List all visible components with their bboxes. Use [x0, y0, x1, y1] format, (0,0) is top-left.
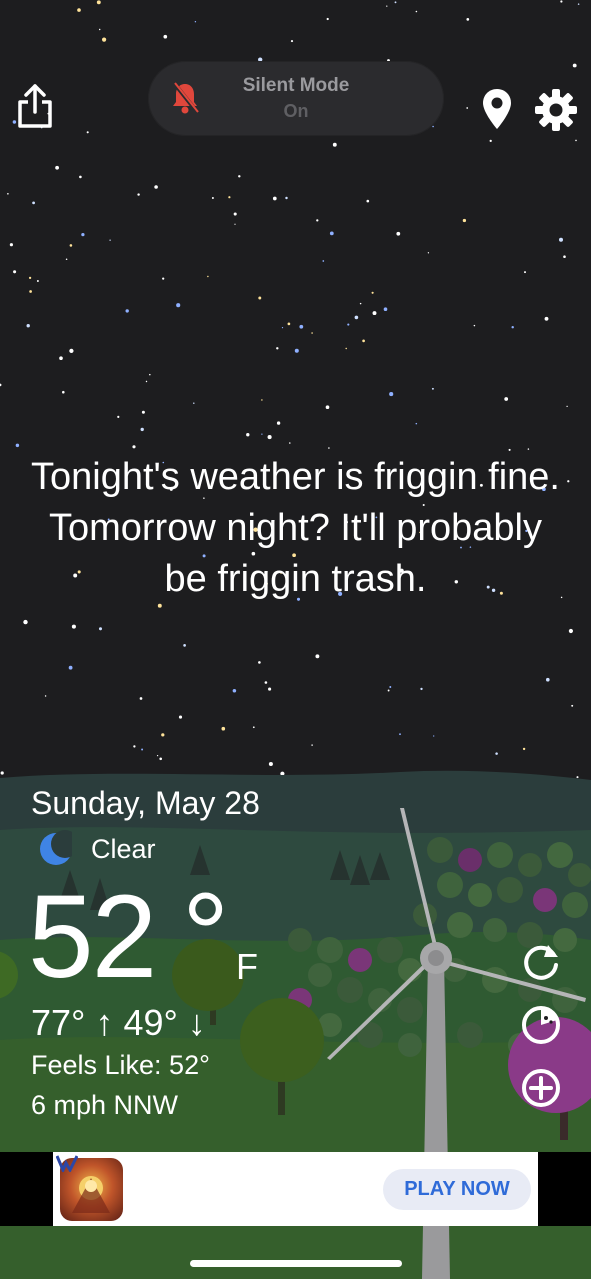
home-indicator[interactable] [190, 1260, 402, 1267]
silent-mode-state: On [283, 101, 309, 121]
radar-button[interactable] [520, 1004, 562, 1046]
add-icon [522, 1069, 560, 1107]
refresh-icon [524, 945, 558, 980]
share-icon [18, 84, 52, 128]
date-label: Sunday, May 28 [31, 785, 260, 821]
high-low-temperature: 77° ↑ 49° ↓ [31, 1002, 206, 1043]
gear-icon [535, 89, 577, 131]
ad-network-logo [56, 1155, 78, 1172]
add-location-button[interactable] [520, 1067, 562, 1109]
share-button[interactable] [14, 82, 56, 130]
refresh-button[interactable] [520, 941, 562, 983]
condition-label: Clear [91, 834, 156, 864]
wind-speed: 6 mph NNW [31, 1090, 179, 1120]
radar-icon [522, 1006, 560, 1044]
ad-banner[interactable]: PLAY NOW [53, 1152, 538, 1226]
location-button[interactable] [482, 88, 512, 130]
silent-mode-label: Silent Mode [242, 75, 350, 96]
degree-symbol: ° [182, 869, 230, 1001]
location-pin-icon [483, 89, 511, 129]
silent-mode-indicator: Silent Mode On [148, 61, 444, 136]
feels-like: Feels Like: 52° [31, 1050, 210, 1080]
play-now-button[interactable]: PLAY NOW [383, 1169, 531, 1210]
weather-message: Tonight's weather is friggin fine. Tomor… [31, 456, 560, 600]
current-temperature: 52 [28, 871, 157, 1003]
moon-icon [40, 830, 72, 865]
temperature-unit: F [236, 946, 258, 987]
settings-button[interactable] [534, 88, 578, 132]
